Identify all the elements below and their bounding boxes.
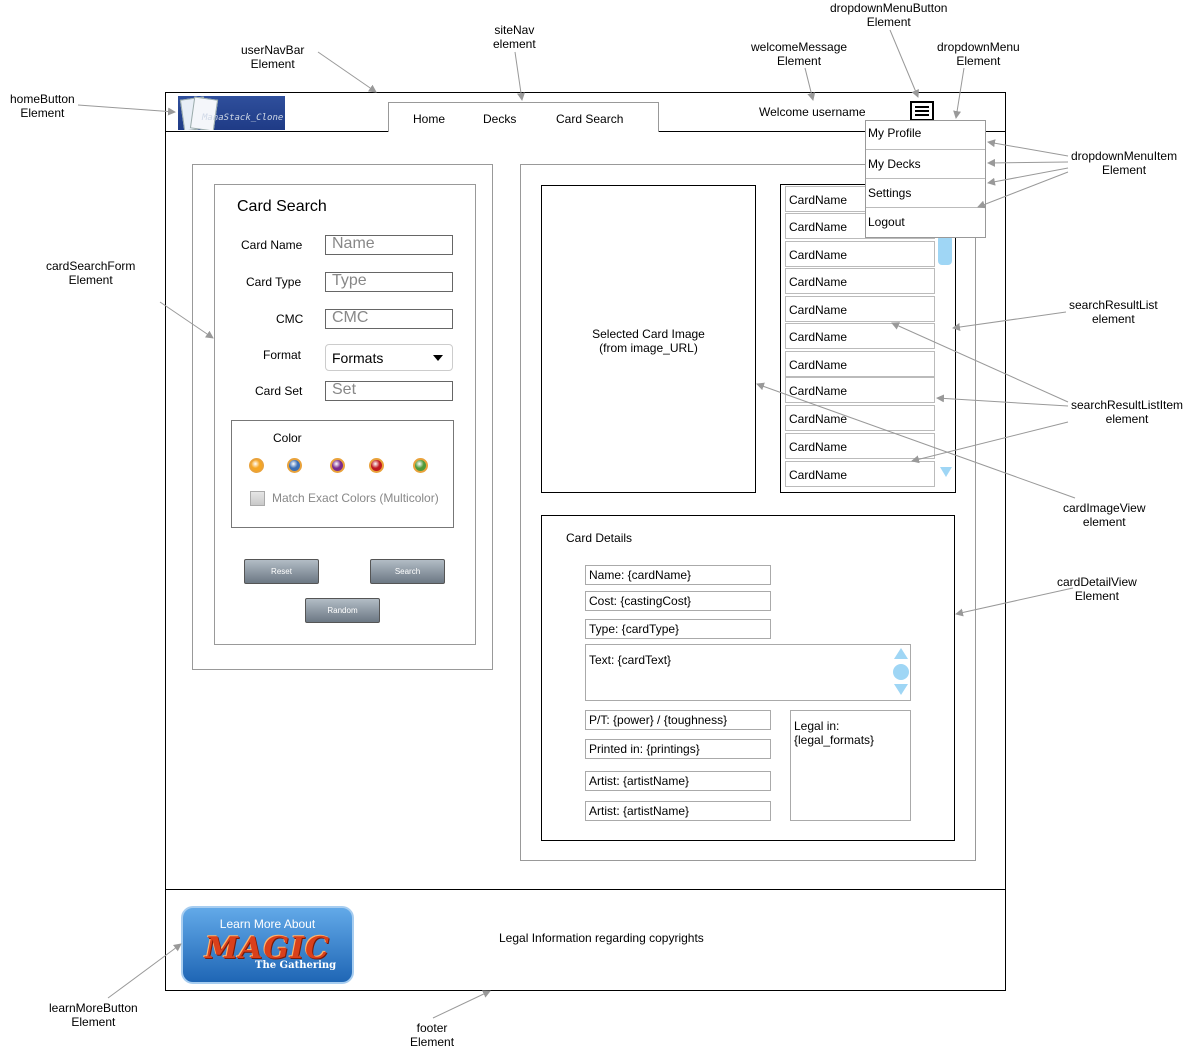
arrow-card-image-view: [756, 382, 1076, 499]
arrow-footer: [432, 990, 491, 1019]
arrow-result-item-2: [936, 394, 1069, 407]
arrow-user-nav-bar: [317, 51, 377, 93]
arrow-result-item-1: [891, 322, 1069, 403]
annotation-arrows: [77, 29, 1076, 1019]
arrow-site-nav: [514, 51, 525, 101]
arrow-menu-item-3: [987, 167, 1069, 186]
arrow-menu-item-1: [987, 139, 1069, 157]
arrow-welcome-message: [804, 67, 816, 101]
arrow-dropdown-button: [889, 29, 919, 98]
arrow-search-result-list: [952, 311, 1067, 331]
arrow-card-search-form: [159, 301, 214, 339]
arrow-dropdown-menu: [953, 67, 965, 119]
arrow-menu-item-4: [977, 171, 1069, 209]
arrow-home-button: [77, 104, 176, 116]
arrow-learn-more-button: [107, 943, 182, 999]
arrow-card-detail-view: [955, 587, 1074, 617]
arrow-result-item-3: [911, 421, 1069, 464]
arrow-menu-item-2: [987, 158, 1069, 167]
